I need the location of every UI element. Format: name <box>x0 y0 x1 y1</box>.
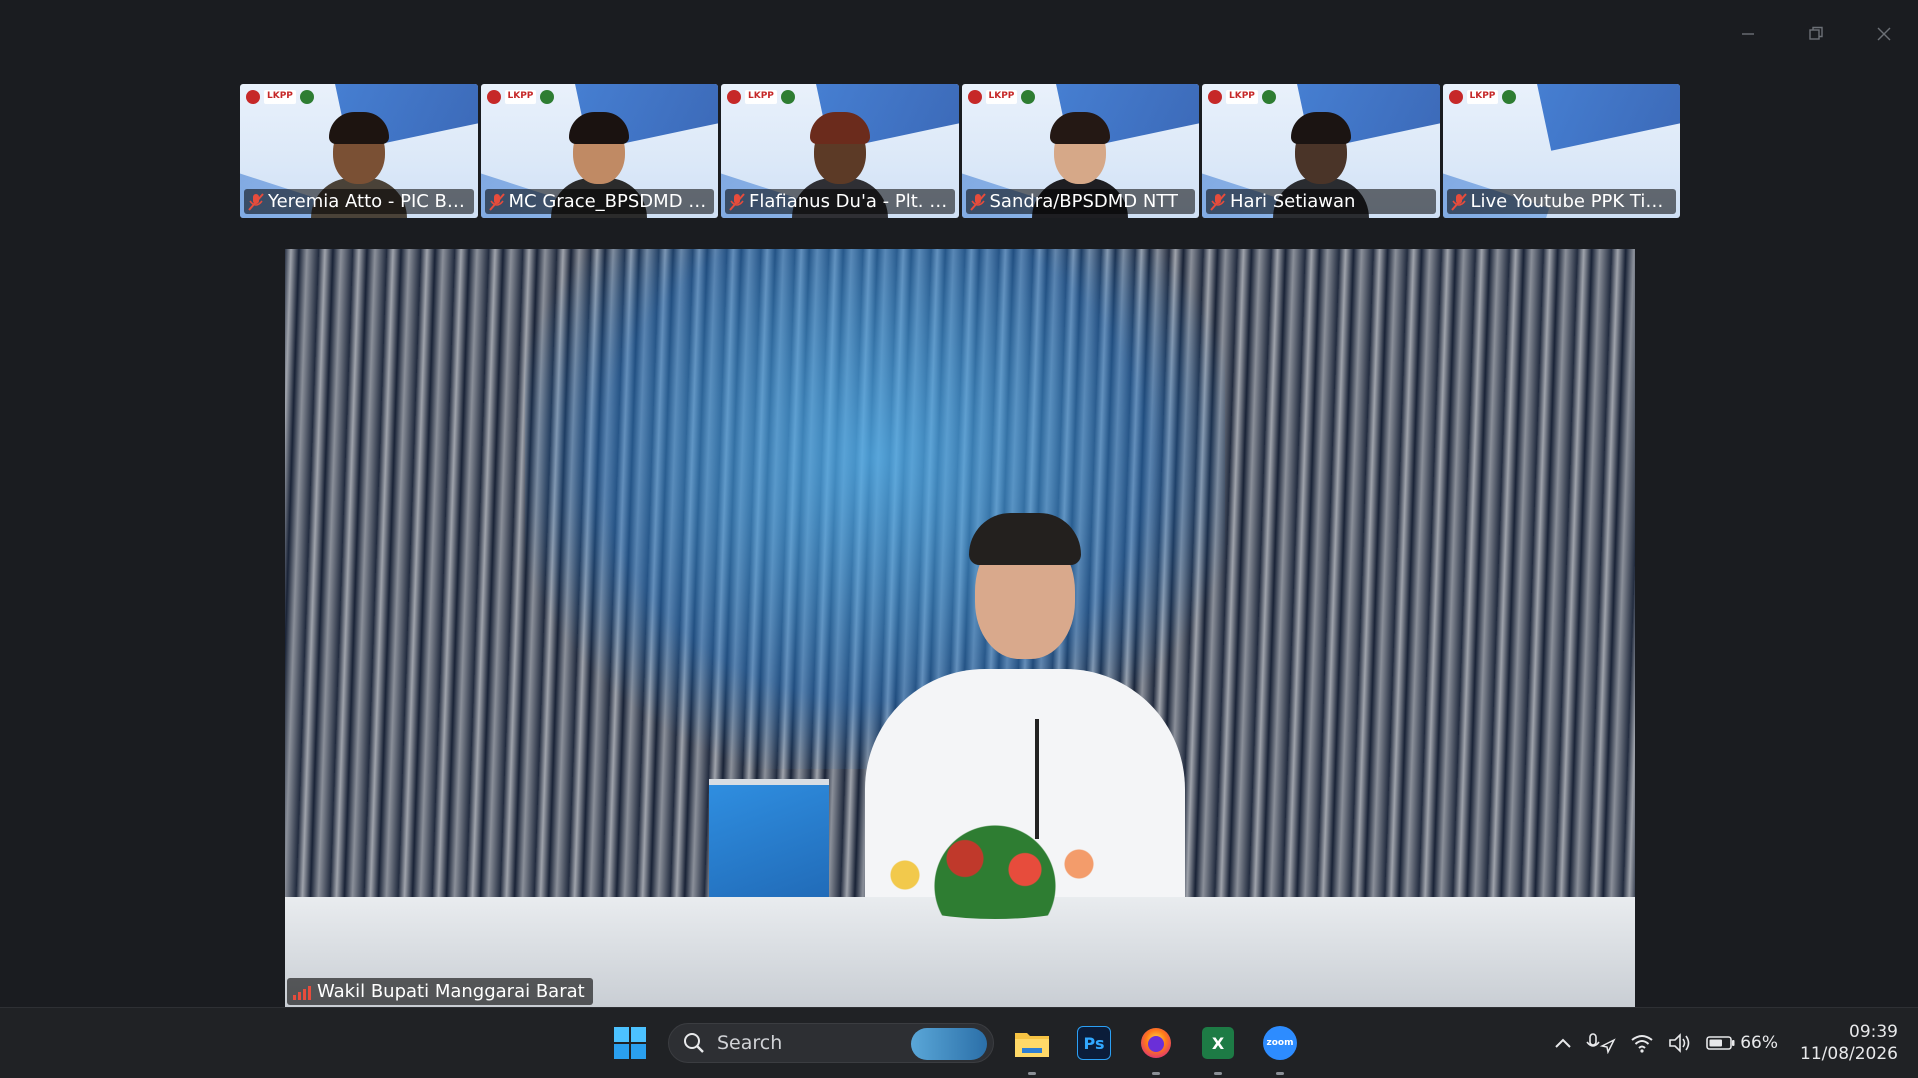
minimize-button[interactable] <box>1714 18 1782 50</box>
battery-percentage: 66% <box>1740 1033 1779 1053</box>
event-logos: LKPP <box>1208 90 1276 104</box>
search-highlight-icon <box>911 1028 987 1060</box>
battery-icon <box>1706 1036 1735 1050</box>
participant-name-label: Yeremia Atto - PIC BPS... <box>244 189 474 214</box>
zoom-button[interactable]: zoom <box>1256 1019 1304 1075</box>
event-logos: LKPP <box>486 90 555 104</box>
search-icon <box>684 1033 704 1053</box>
zoom-icon: zoom <box>1263 1026 1297 1060</box>
connection-signal-icon <box>293 984 311 1000</box>
file-explorer-button[interactable] <box>1008 1019 1056 1075</box>
window-controls <box>1714 18 1918 50</box>
clock-time: 09:39 <box>1849 1022 1898 1042</box>
participant-tile[interactable]: LKPP Sandra/BPSDMD NTT <box>961 84 1199 218</box>
running-indicator <box>1028 1072 1036 1075</box>
participant-tile[interactable]: LKPP Flafianus Du'a - Plt. Ke... <box>721 84 959 218</box>
participant-name-label: Live Youtube PPK Tipe ... <box>1446 189 1676 214</box>
folder-icon <box>1015 1033 1049 1057</box>
mic-muted-icon <box>729 192 745 211</box>
participant-strip: LKPP Yeremia Atto - PIC BPS... LKPP MC G… <box>240 84 1680 218</box>
volume-button[interactable] <box>1668 1033 1692 1053</box>
close-button[interactable] <box>1850 18 1918 50</box>
restore-icon <box>1809 26 1823 40</box>
chevron-up-icon <box>1555 1038 1571 1048</box>
minimize-icon <box>1742 33 1754 35</box>
participant-name-label: Sandra/BPSDMD NTT <box>965 189 1195 214</box>
running-indicator <box>1276 1072 1284 1075</box>
event-logos: LKPP <box>246 90 314 104</box>
event-logos: LKPP <box>1448 90 1517 104</box>
lkpp-logo: LKPP <box>1226 90 1258 104</box>
firefox-button[interactable] <box>1132 1019 1180 1075</box>
search-placeholder: Search <box>717 1032 783 1054</box>
lkpp-logo: LKPP <box>745 90 777 104</box>
lkpp-logo: LKPP <box>1466 90 1499 104</box>
lkpp-logo: LKPP <box>264 90 296 104</box>
excel-icon: X <box>1202 1027 1234 1059</box>
close-icon <box>1877 27 1891 41</box>
windows-logo-icon <box>614 1027 646 1059</box>
speaker-name-label: Wakil Bupati Manggarai Barat <box>287 978 593 1005</box>
taskbar-apps: Search Ps X zoom <box>606 1019 1304 1075</box>
participant-name-label: Hari Setiawan <box>1206 189 1436 214</box>
participant-name-label: Flafianus Du'a - Plt. Ke... <box>725 189 955 214</box>
flower-arrangement <box>845 809 1145 919</box>
taskbar-search[interactable]: Search <box>668 1023 994 1063</box>
mic-muted-icon <box>488 192 505 211</box>
running-indicator <box>1214 1072 1222 1075</box>
participant-tile[interactable]: LKPP Live Youtube PPK Tipe ... <box>1442 84 1680 218</box>
clock-button[interactable]: 09:39 11/08/2026 <box>1800 1021 1898 1065</box>
speaker-hair <box>969 513 1081 565</box>
lkpp-logo: LKPP <box>504 90 537 104</box>
network-button[interactable] <box>1630 1033 1654 1053</box>
clock-date: 11/08/2026 <box>1800 1044 1898 1064</box>
taskbar: Search Ps X zoom 66% 09:39 11/08/2026 <box>0 1007 1918 1078</box>
wifi-icon <box>1631 1035 1653 1053</box>
mic-muted-icon <box>1450 192 1467 211</box>
speaker-icon <box>1669 1033 1690 1053</box>
participant-tile[interactable]: LKPP Yeremia Atto - PIC BPS... <box>240 84 478 218</box>
event-logos: LKPP <box>967 90 1036 104</box>
show-hidden-icons-button[interactable] <box>1554 1037 1572 1049</box>
event-logos: LKPP <box>727 90 795 104</box>
lkpp-logo: LKPP <box>985 90 1018 104</box>
excel-button[interactable]: X <box>1194 1019 1242 1075</box>
mic-muted-icon <box>248 192 264 211</box>
mic-muted-icon <box>969 192 986 211</box>
running-indicator <box>1152 1072 1160 1075</box>
battery-button[interactable]: 66% <box>1706 1033 1778 1053</box>
photoshop-button[interactable]: Ps <box>1070 1019 1118 1067</box>
photoshop-icon: Ps <box>1077 1026 1111 1060</box>
microphone-in-use-icon <box>1586 1033 1616 1054</box>
participant-name-label: MC Grace_BPSDMD N... <box>484 189 714 214</box>
restore-button[interactable] <box>1782 18 1850 50</box>
active-speaker-video[interactable]: Wakil Bupati Manggarai Barat <box>285 249 1635 1007</box>
participant-tile[interactable]: LKPP MC Grace_BPSDMD N... <box>480 84 718 218</box>
participant-tile[interactable]: LKPP Hari Setiawan <box>1202 84 1440 218</box>
system-tray: 66% 09:39 11/08/2026 <box>1554 1008 1898 1078</box>
mic-muted-icon <box>1210 192 1226 211</box>
start-button[interactable] <box>606 1019 654 1067</box>
microphone-location-button[interactable] <box>1586 1032 1616 1054</box>
firefox-icon <box>1141 1028 1171 1058</box>
